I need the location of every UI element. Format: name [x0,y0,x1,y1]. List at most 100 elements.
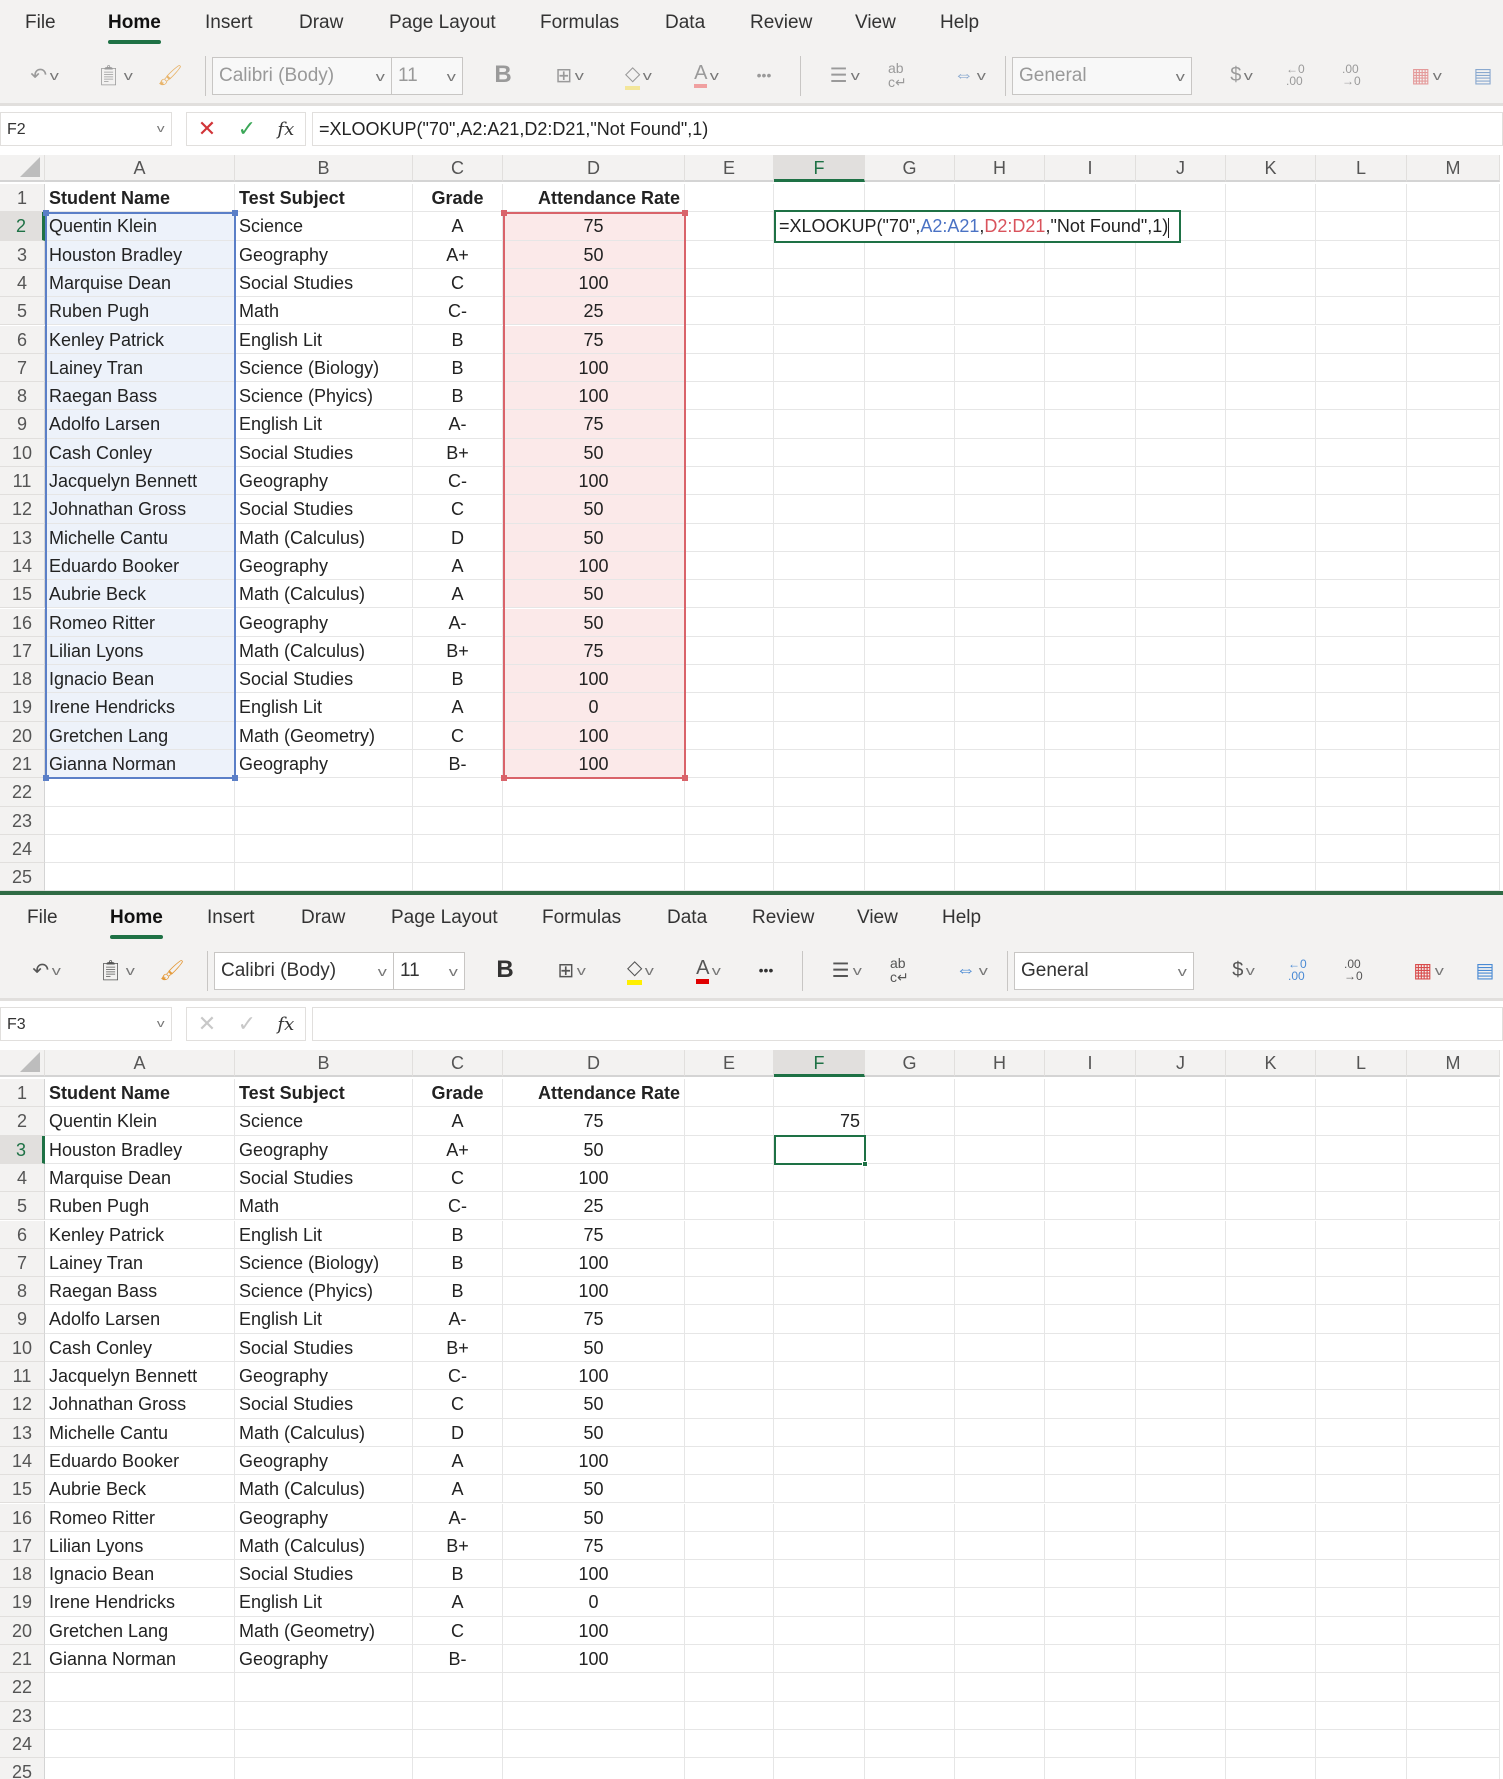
row-header-13[interactable]: 13 [0,1418,45,1447]
row-header-20[interactable]: 20 [0,1616,45,1645]
cell-h4[interactable] [955,268,1045,298]
font-size-select[interactable]: 11 v [391,57,463,95]
cell-b22[interactable] [235,1673,413,1702]
cell-b13[interactable]: Math (Calculus) [235,1418,413,1447]
cell-e3[interactable] [685,1135,774,1164]
cell-i24[interactable] [1045,834,1136,864]
cell-g12[interactable] [865,1390,955,1419]
cell-i9[interactable] [1045,410,1136,439]
cell-j11[interactable] [1136,1362,1226,1391]
cell-g14[interactable] [865,1446,955,1476]
cell-i20[interactable] [1045,721,1136,750]
cell-m22[interactable] [1407,778,1500,807]
tab-help[interactable]: Help [942,907,981,929]
borders-button[interactable]: ⊞ v [545,951,597,989]
cell-b24[interactable] [235,1729,413,1759]
cell-c10[interactable]: B+ [413,1333,503,1362]
cell-e11[interactable] [685,467,774,496]
cell-l16[interactable] [1316,608,1407,637]
cell-l3[interactable] [1316,240,1407,269]
row-header-9[interactable]: 9 [0,1305,45,1334]
cell-k20[interactable] [1226,721,1316,750]
cell-l20[interactable] [1316,721,1407,750]
cell-c18[interactable]: B [413,1560,503,1589]
cell-f12[interactable] [774,1390,865,1419]
cell-c11[interactable]: C- [413,1362,503,1391]
cell-g13[interactable] [865,1418,955,1447]
cell-f23[interactable] [774,1701,865,1730]
tab-home[interactable]: Home [108,12,161,44]
cell-l11[interactable] [1316,467,1407,496]
cell-f6[interactable] [774,1220,865,1249]
cell-c3[interactable]: A+ [413,1135,503,1164]
wrap-text-button[interactable]: ab c↵ [890,951,924,989]
cell-c6[interactable]: B [413,1220,503,1249]
cell-a15[interactable]: Aubrie Beck [45,580,235,609]
cell-h22[interactable] [955,1673,1045,1702]
cell-d3[interactable]: 50 [503,1135,685,1164]
cell-h14[interactable] [955,1446,1045,1476]
row-header-22[interactable]: 22 [0,1673,45,1702]
cell-e4[interactable] [685,268,774,298]
cell-f25[interactable] [774,1758,865,1779]
cell-g11[interactable] [865,1362,955,1391]
undo-button[interactable]: ↶ v [18,56,70,94]
cell-g1[interactable] [865,1079,955,1108]
cell-c7[interactable]: B [413,353,503,383]
cell-a4[interactable]: Marquise Dean [45,268,235,298]
cell-h16[interactable] [955,608,1045,637]
cell-k11[interactable] [1226,1362,1316,1391]
cell-b8[interactable]: Science (Phyics) [235,1277,413,1306]
cell-a8[interactable]: Raegan Bass [45,382,235,411]
fx-icon[interactable]: fx [277,119,294,140]
cell-m3[interactable] [1407,1135,1500,1164]
cell-e18[interactable] [685,665,774,694]
cell-d23[interactable] [503,1701,685,1730]
cell-a5[interactable]: Ruben Pugh [45,1192,235,1221]
cell-l14[interactable] [1316,1446,1407,1476]
cell-e6[interactable] [685,325,774,354]
cell-d22[interactable] [503,1673,685,1702]
cell-m5[interactable] [1407,1192,1500,1221]
cell-h17[interactable] [955,1531,1045,1561]
cell-a7[interactable]: Lainey Tran [45,1248,235,1278]
cell-f10[interactable] [774,1333,865,1362]
cell-a15[interactable]: Aubrie Beck [45,1475,235,1504]
cell-b4[interactable]: Social Studies [235,268,413,298]
cell-l23[interactable] [1316,806,1407,835]
cell-m12[interactable] [1407,495,1500,524]
cell-b14[interactable]: Geography [235,551,413,581]
cell-m6[interactable] [1407,1220,1500,1249]
cell-i4[interactable] [1045,268,1136,298]
cell-d6[interactable]: 75 [503,1220,685,1249]
cell-l16[interactable] [1316,1503,1407,1532]
cell-l15[interactable] [1316,580,1407,609]
wrap-text-button[interactable]: ab c↵ [888,56,922,94]
row-header-7[interactable]: 7 [0,1248,45,1278]
cell-e23[interactable] [685,806,774,835]
cell-f24[interactable] [774,1729,865,1759]
cell-c10[interactable]: B+ [413,438,503,467]
cell-m4[interactable] [1407,1163,1500,1193]
tab-review[interactable]: Review [750,12,812,34]
cell-b23[interactable] [235,1701,413,1730]
cell-g22[interactable] [865,778,955,807]
align-button[interactable]: ☰ v [818,56,870,94]
row-header-5[interactable]: 5 [0,1192,45,1221]
cell-e19[interactable] [685,1588,774,1617]
column-header-f[interactable]: F [774,155,865,182]
cell-a24[interactable] [45,1729,235,1759]
cell-l8[interactable] [1316,382,1407,411]
cell-a16[interactable]: Romeo Ritter [45,608,235,637]
cell-m13[interactable] [1407,523,1500,552]
cell-e13[interactable] [685,1418,774,1447]
cell-e4[interactable] [685,1163,774,1193]
cell-h10[interactable] [955,1333,1045,1362]
font-color-button[interactable]: Av [682,951,734,989]
cell-m7[interactable] [1407,1248,1500,1278]
cell-h9[interactable] [955,410,1045,439]
cell-i4[interactable] [1045,1163,1136,1193]
cell-k4[interactable] [1226,268,1316,298]
row-header-24[interactable]: 24 [0,1729,45,1759]
cell-k19[interactable] [1226,693,1316,722]
